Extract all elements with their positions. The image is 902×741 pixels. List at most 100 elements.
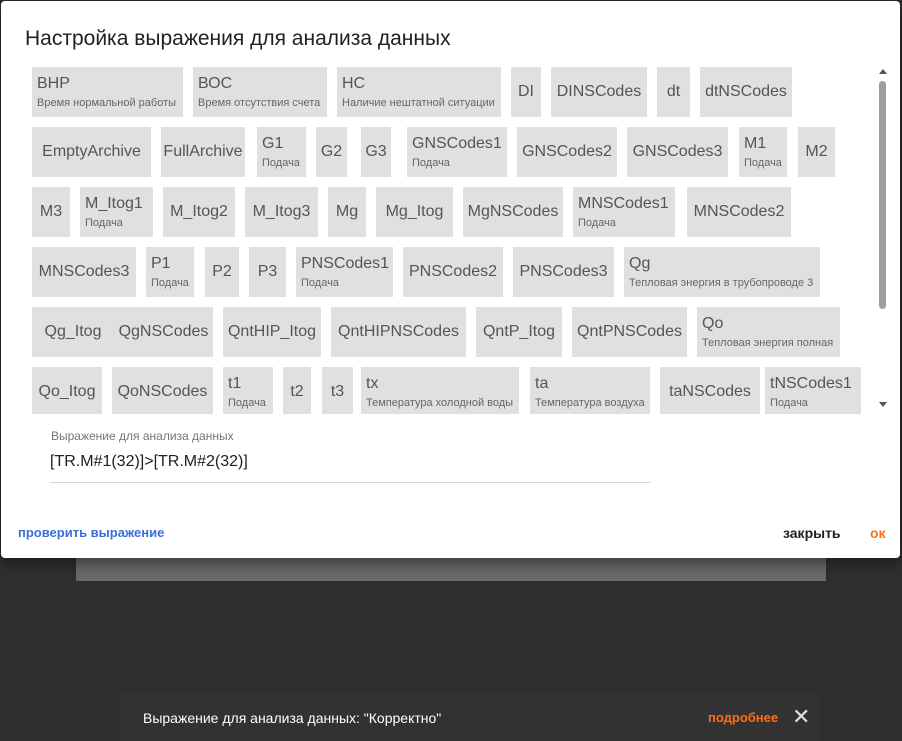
variable-chip[interactable]: DINSCodes — [551, 67, 647, 117]
chip-label: Qg — [629, 255, 651, 272]
chip-label: P1 — [151, 255, 171, 272]
variable-chip[interactable]: t2 — [283, 367, 311, 414]
chip-label: GNSCodes3 — [632, 143, 723, 160]
variable-chip[interactable]: MNSCodes3 — [32, 247, 136, 297]
chip-label: ВОС — [198, 75, 233, 92]
snackbar-message: Выражение для анализа данных: "Корректно… — [143, 710, 442, 726]
chip-label: P3 — [257, 263, 278, 280]
expression-field-label: Выражение для анализа данных — [51, 429, 234, 443]
chip-label: Qo — [702, 315, 724, 332]
variable-chip[interactable]: MNSCodes1 Подача — [573, 187, 675, 237]
chip-label: Qg_Itog — [44, 323, 102, 340]
variable-chip[interactable]: GNSCodes2 — [517, 127, 617, 177]
chips-scrollbar[interactable] — [876, 65, 890, 411]
chip-label: ta — [535, 375, 549, 392]
variable-chip[interactable]: QoNSCodes — [112, 367, 213, 414]
variable-chip[interactable]: FullArchive — [161, 127, 245, 177]
variable-chip[interactable]: НС Наличие нештатной ситуации — [337, 67, 501, 117]
variable-chip[interactable]: EmptyArchive — [32, 127, 151, 177]
chip-label: t1 — [228, 375, 242, 392]
chip-description: Подача — [262, 157, 300, 169]
variable-chip[interactable]: GNSCodes3 — [627, 127, 728, 177]
chip-description: Тепловая энергия в трубопроводе 3 — [629, 277, 814, 289]
variable-chip[interactable]: t3 — [322, 367, 353, 414]
chip-description: Тепловая энергия полная — [702, 337, 834, 349]
chip-label: QntHIPNSCodes — [338, 323, 459, 340]
variable-chip[interactable]: ВНР Время нормальной работы — [32, 67, 183, 117]
chip-description: Наличие нештатной ситуации — [342, 97, 495, 109]
chip-description: Температура воздуха — [535, 397, 645, 409]
variable-chip[interactable]: PNSCodes2 — [403, 247, 503, 297]
close-icon[interactable]: ✕ — [792, 706, 810, 728]
variable-chip[interactable]: GNSCodes1 Подача — [407, 127, 507, 177]
variable-chip[interactable]: PNSCodes3 — [513, 247, 614, 297]
variable-chip[interactable]: Qo Тепловая энергия полная — [697, 307, 840, 357]
chip-label: dt — [666, 83, 681, 100]
variable-chip[interactable]: G3 — [361, 127, 391, 177]
variable-chip[interactable]: Qg Тепловая энергия в трубопроводе 3 — [624, 247, 820, 297]
variable-chip[interactable]: QntP_Itog — [476, 307, 562, 357]
chip-label: PNSCodes1 — [301, 255, 390, 272]
variable-chip[interactable]: M_Itog1 Подача — [80, 187, 153, 237]
chip-label: FullArchive — [163, 143, 243, 160]
chip-label: QoNSCodes — [117, 383, 208, 400]
variable-chip[interactable]: M2 — [798, 127, 835, 177]
variable-chip[interactable]: tNSCodes1 Подача — [765, 367, 861, 414]
variable-chip[interactable]: DI — [511, 67, 541, 117]
variable-chip[interactable]: M_Itog3 — [245, 187, 318, 237]
variable-chip[interactable]: Qo_Itog — [32, 367, 102, 414]
expression-field[interactable]: [TR.M#1(32)]>[TR.M#2(32)] — [50, 453, 651, 483]
variable-chip[interactable]: M3 — [32, 187, 70, 237]
variable-chip[interactable]: t1 Подача — [223, 367, 273, 414]
chip-label: Mg — [335, 203, 359, 220]
variable-chip[interactable]: QntHIP_Itog — [223, 307, 321, 357]
variable-chip[interactable]: PNSCodes1 Подача — [296, 247, 393, 297]
chip-description: Подача — [85, 217, 123, 229]
scroll-thumb[interactable] — [879, 81, 886, 309]
variable-chip[interactable]: Mg — [328, 187, 366, 237]
chip-description: Подача — [228, 397, 266, 409]
variable-chip[interactable]: tx Температура холодной воды — [361, 367, 519, 414]
variable-chip[interactable]: QgNSCodes — [114, 307, 213, 357]
variable-chip[interactable]: MgNSCodes — [463, 187, 563, 237]
variable-chip[interactable]: QntHIPNSCodes — [331, 307, 466, 357]
variable-chips-list: ВНР Время нормальной работы ВОС Время отсут… — [28, 64, 868, 414]
variable-chip[interactable]: dt — [657, 67, 690, 117]
chip-label: ВНР — [37, 75, 70, 92]
variable-chip[interactable]: QntPNSCodes — [572, 307, 687, 357]
check-expression-button[interactable]: проверить выражение — [18, 525, 164, 540]
variable-chip[interactable]: MNSCodes2 — [687, 187, 791, 237]
chip-label: tNSCodes1 — [770, 375, 852, 392]
variable-chip[interactable]: taNSCodes — [660, 367, 760, 414]
variable-chip[interactable]: ВОС Время отсутствия счета — [193, 67, 327, 117]
chip-label: t3 — [330, 383, 345, 400]
variable-chip[interactable]: P2 — [205, 247, 239, 297]
scroll-down-arrow-icon[interactable] — [879, 402, 887, 407]
chip-label: MNSCodes2 — [693, 203, 785, 220]
variable-chip[interactable]: P1 Подача — [146, 247, 194, 297]
variable-chip[interactable]: M1 Подача — [739, 127, 787, 177]
variable-chip[interactable]: P3 — [249, 247, 286, 297]
scroll-up-arrow-icon[interactable] — [879, 69, 887, 74]
chip-description: Подача — [301, 277, 339, 289]
dialog-title: Настройка выражения для анализа данных — [25, 27, 451, 50]
chip-label: tx — [366, 375, 379, 392]
background-panel — [76, 555, 826, 581]
chip-label: Mg_Itog — [385, 203, 444, 220]
variable-chip[interactable]: G1 Подача — [257, 127, 306, 177]
close-button[interactable]: закрыть — [783, 525, 841, 541]
snackbar: Выражение для анализа данных: "Корректно… — [119, 693, 819, 741]
variable-chip[interactable]: G2 — [316, 127, 347, 177]
chip-label: G3 — [365, 143, 387, 160]
ok-button[interactable]: ок — [870, 525, 886, 541]
chip-description: Время отсутствия счета — [198, 97, 321, 109]
variable-chip[interactable]: Mg_Itog — [376, 187, 453, 237]
variable-chip[interactable]: M_Itog2 — [163, 187, 235, 237]
variable-chip[interactable]: ta Температура воздуха — [530, 367, 650, 414]
variable-chip[interactable]: Qg_Itog — [32, 307, 114, 357]
snackbar-details-button[interactable]: подробнее — [708, 710, 778, 725]
variable-chip[interactable]: dtNSCodes — [700, 67, 792, 117]
chip-label: M_Itog1 — [85, 195, 143, 212]
chip-label: dtNSCodes — [705, 83, 787, 100]
chip-description: Температура холодной воды — [366, 397, 514, 409]
